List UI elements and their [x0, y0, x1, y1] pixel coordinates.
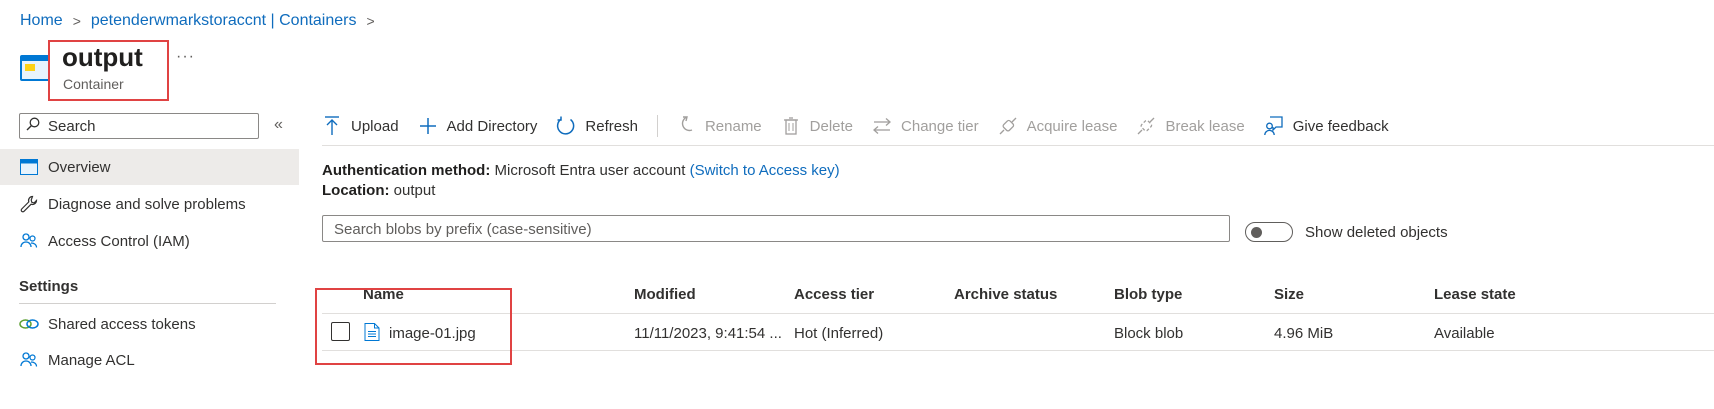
break-lease-icon: [1136, 116, 1156, 136]
breadcrumb-separator: >: [72, 13, 81, 29]
upload-button[interactable]: Upload: [322, 116, 399, 136]
column-header-access-tier[interactable]: Access tier: [794, 286, 874, 303]
swap-arrows-icon: [872, 116, 892, 136]
sidebar-item-overview[interactable]: Overview: [0, 149, 299, 185]
show-deleted-label: Show deleted objects: [1305, 224, 1448, 241]
plus-icon: [418, 116, 438, 136]
column-header-modified[interactable]: Modified: [634, 286, 696, 303]
overview-icon: [19, 157, 39, 177]
name-highlight-box: [315, 288, 512, 365]
section-divider: [19, 303, 276, 304]
wrench-icon: [19, 194, 39, 214]
sidebar-item-access-control[interactable]: Access Control (IAM): [0, 223, 299, 259]
sidebar-item-label: Access Control (IAM): [48, 232, 190, 250]
blob-access-tier: Hot (Inferred): [794, 325, 884, 342]
auth-method-value: Microsoft Entra user account: [494, 162, 686, 179]
table-row-divider: [322, 350, 1714, 351]
people-icon: [19, 231, 39, 251]
refresh-button[interactable]: Refresh: [556, 116, 638, 136]
sidebar-item-label: Shared access tokens: [48, 315, 196, 333]
search-icon: [26, 117, 40, 135]
auth-method-label: Authentication method:: [322, 162, 491, 179]
sidebar-item-label: Overview: [48, 158, 111, 176]
upload-icon: [322, 116, 342, 136]
breadcrumb-home[interactable]: Home: [20, 12, 63, 30]
breadcrumb: Home > petenderwmarkstoraccnt | Containe…: [20, 10, 385, 32]
delete-label: Delete: [809, 117, 854, 135]
location-value: output: [393, 182, 436, 199]
delete-button[interactable]: Delete: [781, 116, 853, 136]
sidebar-item-diagnose[interactable]: Diagnose and solve problems: [0, 186, 299, 222]
location-row: Location: output: [322, 182, 435, 199]
refresh-label: Refresh: [585, 117, 638, 135]
sidebar-item-label: Manage ACL: [48, 351, 135, 369]
blob-type: Block blob: [1114, 325, 1184, 342]
blob-search-box[interactable]: [322, 215, 1230, 242]
toggle-knob: [1251, 227, 1262, 238]
give-feedback-button[interactable]: Give feedback: [1263, 116, 1389, 136]
break-lease-button[interactable]: Break lease: [1136, 116, 1245, 136]
column-header-archive-status[interactable]: Archive status: [954, 286, 1057, 303]
title-highlight-box: [48, 40, 169, 101]
toolbar-divider-line: [322, 145, 1714, 146]
sidebar-item-manage-acl[interactable]: Manage ACL: [0, 342, 299, 378]
column-header-lease-state[interactable]: Lease state: [1434, 286, 1516, 303]
link-icon: [19, 314, 39, 334]
rename-label: Rename: [704, 117, 762, 135]
give-feedback-label: Give feedback: [1292, 117, 1389, 135]
command-bar: Upload Add Directory Refresh Rename Dele…: [322, 110, 1408, 142]
column-header-size[interactable]: Size: [1274, 286, 1304, 303]
authentication-method-row: Authentication method: Microsoft Entra u…: [322, 162, 840, 179]
blob-size: 4.96 MiB: [1274, 325, 1334, 342]
location-label: Location:: [322, 182, 390, 199]
add-directory-label: Add Directory: [446, 117, 538, 135]
collapse-sidebar-button[interactable]: «: [274, 116, 283, 134]
feedback-icon: [1263, 116, 1284, 136]
sidebar-search-input[interactable]: [46, 116, 250, 136]
change-tier-button[interactable]: Change tier: [872, 116, 979, 136]
trash-icon: [781, 116, 801, 136]
settings-section-title: Settings: [19, 278, 79, 295]
sidebar-item-label: Diagnose and solve problems: [48, 195, 246, 213]
sidebar-item-shared-access-tokens[interactable]: Shared access tokens: [0, 306, 299, 342]
add-directory-button[interactable]: Add Directory: [418, 116, 538, 136]
blob-search-input[interactable]: [332, 216, 1216, 242]
sidebar-search[interactable]: [19, 113, 259, 139]
switch-to-access-key-link[interactable]: (Switch to Access key): [690, 162, 840, 179]
upload-label: Upload: [351, 117, 399, 135]
break-lease-label: Break lease: [1165, 117, 1245, 135]
column-header-blob-type[interactable]: Blob type: [1114, 286, 1182, 303]
show-deleted-toggle[interactable]: [1245, 222, 1293, 242]
acquire-lease-label: Acquire lease: [1026, 117, 1118, 135]
change-tier-label: Change tier: [901, 117, 979, 135]
more-options-button[interactable]: ···: [176, 48, 195, 66]
breadcrumb-containers[interactable]: petenderwmarkstoraccnt | Containers: [91, 12, 357, 30]
acquire-lease-button[interactable]: Acquire lease: [998, 116, 1118, 136]
blob-lease-state: Available: [1434, 325, 1495, 342]
table-header-divider: [322, 313, 1714, 314]
people-icon: [19, 350, 39, 370]
acquire-lease-icon: [998, 116, 1018, 136]
breadcrumb-separator: >: [366, 13, 375, 29]
rename-icon: [676, 116, 696, 136]
rename-button[interactable]: Rename: [676, 116, 762, 136]
toolbar-divider: [656, 115, 658, 137]
container-icon: [20, 55, 50, 81]
blob-modified: 11/11/2023, 9:41:54 ...: [634, 325, 782, 342]
refresh-icon: [556, 116, 576, 136]
